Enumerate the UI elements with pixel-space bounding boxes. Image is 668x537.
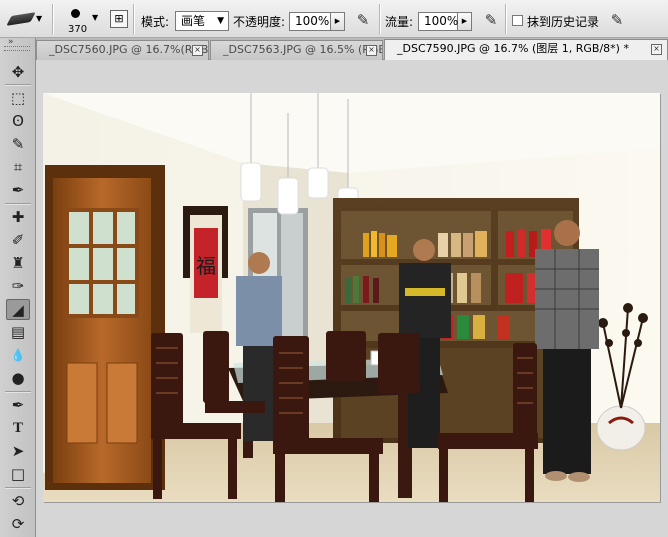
tool-preset-picker[interactable]: ▼ xyxy=(6,7,42,31)
flow-slider-button[interactable]: ▶ xyxy=(458,12,472,31)
document-tab-bar: _DSC7560.JPG @ 16.7%(RGB/8*) × _DSC7563.… xyxy=(36,38,668,60)
mode-select-value: 画笔 xyxy=(181,14,206,28)
path-selection-tool-icon[interactable]: ➤ xyxy=(6,441,30,462)
lasso-tool-icon[interactable]: ʘ xyxy=(6,111,30,132)
marquee-tool-icon[interactable]: ⬚ xyxy=(6,88,30,109)
pen-tool-icon[interactable]: ✒ xyxy=(6,395,30,416)
document-tab[interactable]: _DSC7560.JPG @ 16.7%(RGB/8*) × xyxy=(36,40,209,60)
move-tool-icon[interactable]: ✥ xyxy=(6,62,30,83)
erase-to-history-label: 抹到历史记录 xyxy=(527,15,600,29)
document-canvas[interactable]: 福 xyxy=(43,93,660,502)
document-tab[interactable]: _DSC7563.JPG @ 16.5% (RGB/8*) × xyxy=(210,40,383,60)
mode-label: 模式: xyxy=(141,15,170,29)
tab-label: _DSC7560.JPG @ 16.7%(RGB/8*) xyxy=(49,43,209,56)
toolbox: » ✥ ⬚ ʘ ✎ ⌗ ✒ ✚ ✐ ♜ ✑ ◢ ▤ 💧 ● ✒ T ➤ □ ⟲ … xyxy=(0,37,36,537)
opacity-label: 不透明度: xyxy=(233,15,286,29)
opacity-slider-button[interactable]: ▶ xyxy=(331,12,345,31)
eyedropper-tool-icon[interactable]: ✒ xyxy=(6,180,30,201)
brush-size-value: 370 xyxy=(68,24,88,35)
door-panel xyxy=(66,362,98,444)
chevron-down-icon: ▼ xyxy=(217,16,224,26)
toolbox-grip[interactable] xyxy=(4,46,30,51)
divider xyxy=(5,203,31,205)
healing-brush-tool-icon[interactable]: ✚ xyxy=(6,207,30,228)
dodge-tool-icon[interactable]: ● xyxy=(6,368,30,389)
divider xyxy=(5,487,31,489)
canvas-workspace[interactable]: 福 xyxy=(36,60,668,537)
opacity-pressure-icon[interactable]: ✎ xyxy=(353,10,373,30)
type-tool-icon[interactable]: T xyxy=(6,418,30,439)
photo-dining-room: 福 xyxy=(43,93,660,502)
divider xyxy=(379,4,381,34)
chevron-down-icon: ▼ xyxy=(36,14,43,23)
tab-label: _DSC7563.JPG @ 16.5% (RGB/8*) xyxy=(223,43,382,56)
vase xyxy=(596,405,646,451)
3d-orbit-tool-icon[interactable]: ⟳ xyxy=(6,514,30,535)
brush-picker-dropdown-icon[interactable]: ▼ xyxy=(92,13,98,22)
eraser-tool-icon[interactable]: ◢ xyxy=(6,299,30,320)
door-panel xyxy=(106,362,138,444)
close-icon[interactable]: × xyxy=(651,44,662,55)
clone-stamp-tool-icon[interactable]: ♜ xyxy=(6,253,30,274)
3d-rotate-tool-icon[interactable]: ⟲ xyxy=(6,491,30,512)
close-icon[interactable]: × xyxy=(366,45,377,56)
divider xyxy=(505,4,507,34)
shape-tool-icon[interactable]: □ xyxy=(6,464,30,485)
airbrush-icon[interactable]: ✎ xyxy=(481,10,501,30)
gradient-tool-icon[interactable]: ▤ xyxy=(6,322,30,343)
document-tab-active[interactable]: _DSC7590.JPG @ 16.7% (图层 1, RGB/8*) * × xyxy=(384,39,668,60)
opacity-input[interactable]: 100% xyxy=(289,12,331,31)
crop-tool-icon[interactable]: ⌗ xyxy=(6,157,30,178)
close-icon[interactable]: × xyxy=(192,45,203,56)
door-glass-panes xyxy=(65,208,139,318)
calligraphy-character: 福 xyxy=(196,254,216,278)
brush-panel-icon[interactable]: ⊞ xyxy=(110,10,128,28)
divider xyxy=(133,4,135,34)
quick-selection-tool-icon[interactable]: ✎ xyxy=(6,134,30,155)
flow-label: 流量: xyxy=(385,15,414,29)
eraser-icon xyxy=(6,12,36,26)
tab-label: _DSC7590.JPG @ 16.7% (图层 1, RGB/8*) * xyxy=(397,42,629,55)
erase-to-history-checkbox[interactable] xyxy=(512,15,523,26)
blur-tool-icon[interactable]: 💧 xyxy=(6,345,30,366)
options-bar: ▼ 370 ▼ ⊞ 模式: 画笔 ▼ 不透明度: 100% ▶ ✎ 流量: 10… xyxy=(0,0,668,38)
history-brush-tool-icon[interactable]: ✑ xyxy=(6,276,30,297)
person-right xyxy=(535,220,599,482)
brush-preview-icon[interactable] xyxy=(71,9,80,18)
brush-tool-icon[interactable]: ✐ xyxy=(6,230,30,251)
flow-input[interactable]: 100% xyxy=(418,12,458,31)
divider xyxy=(52,4,54,34)
tablet-pressure-icon[interactable]: ✎ xyxy=(607,10,627,30)
divider xyxy=(5,391,31,393)
mode-select[interactable]: 画笔 ▼ xyxy=(175,11,229,31)
divider xyxy=(5,84,31,86)
